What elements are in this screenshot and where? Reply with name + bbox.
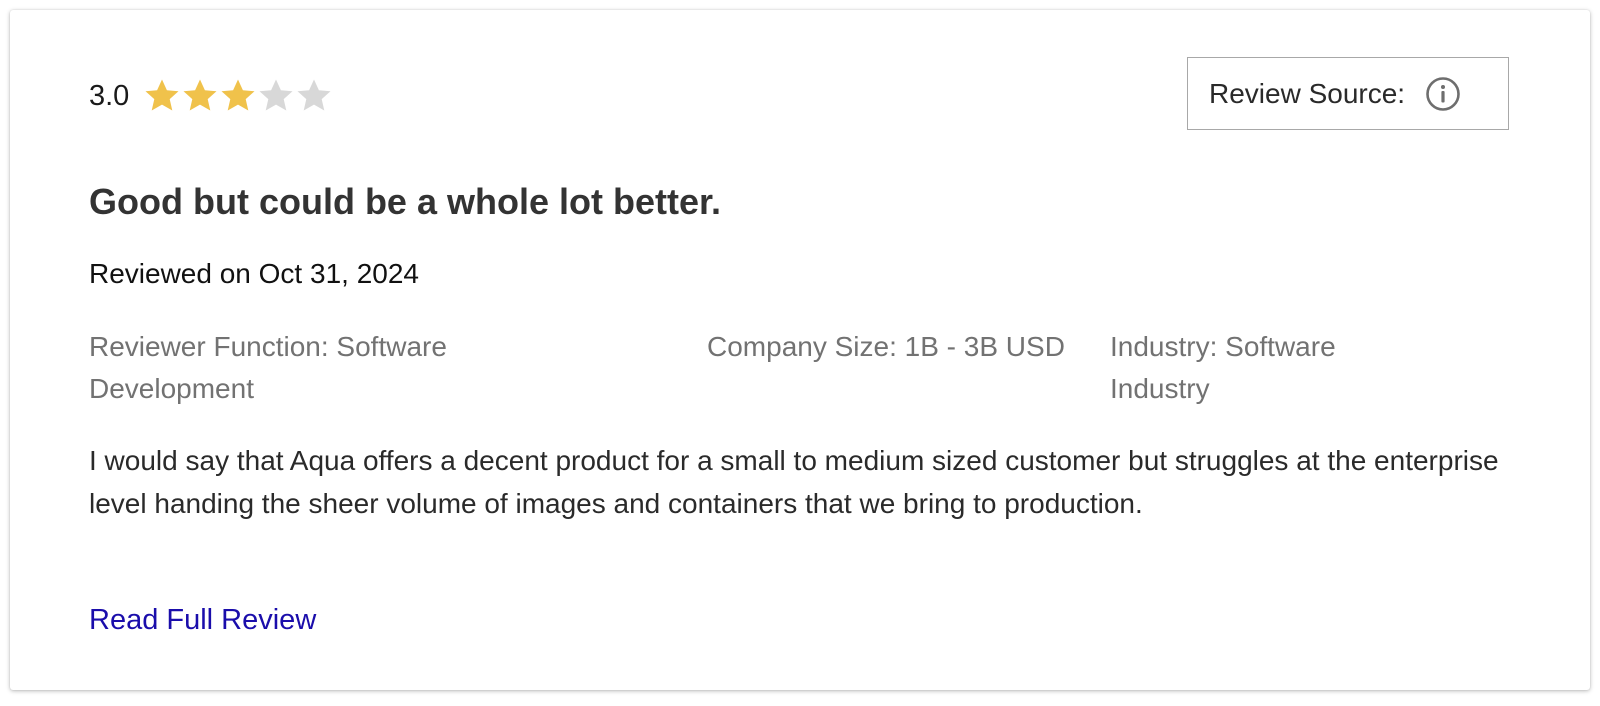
review-source-label: Review Source: xyxy=(1209,77,1406,109)
review-title: Good but could be a whole lot better. xyxy=(89,181,722,222)
star-filled-icon xyxy=(181,77,219,115)
reviewer-function: Reviewer Function: Software Development xyxy=(89,331,447,404)
star-filled-icon xyxy=(219,77,257,115)
industry: Industry: Software Industry xyxy=(1110,331,1336,404)
star-rating xyxy=(143,77,333,115)
star-empty-icon xyxy=(295,77,333,115)
rating-value: 3.0 xyxy=(89,80,130,112)
reviewed-date: Reviewed on Oct 31, 2024 xyxy=(89,258,419,289)
star-filled-icon xyxy=(143,77,181,115)
review-card: 3.0 Review Source: Good but could be a w… xyxy=(10,10,1590,690)
read-full-review-link[interactable]: Read Full Review xyxy=(89,598,316,642)
review-source-box: Review Source: xyxy=(1187,57,1509,130)
rating-row: 3.0 xyxy=(89,74,333,118)
review-body: I would say that Aqua offers a decent pr… xyxy=(89,445,1499,519)
company-size: Company Size: 1B - 3B USD xyxy=(707,331,1065,362)
info-icon[interactable] xyxy=(1425,76,1461,112)
star-empty-icon xyxy=(257,77,295,115)
